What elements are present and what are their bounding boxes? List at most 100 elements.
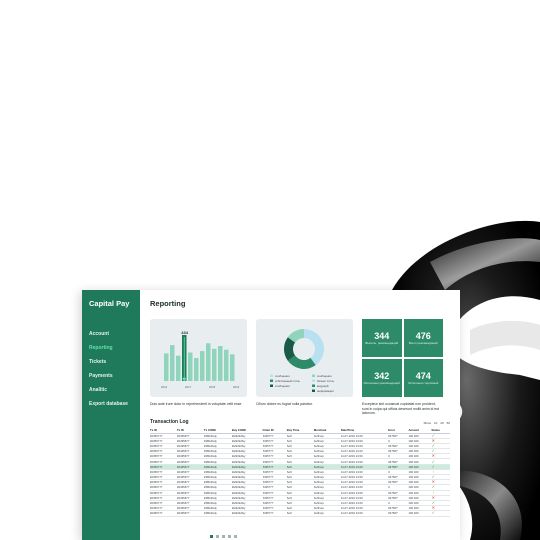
table-row[interactable]: #2356777 #2435677 #48hdfsdy #ahhfkdfsy #3457…: [150, 510, 450, 517]
page-title: Reporting: [150, 299, 186, 308]
bar-chart-caption: Duis aute irure dolor in reprehenderit i…: [150, 402, 242, 406]
legend-label: сообщения: [275, 374, 290, 378]
kpi-label: Исполнено терпимый: [408, 381, 439, 385]
table-cell: #2435677: [176, 510, 204, 517]
cross-icon: ✕: [431, 505, 436, 511]
x-tick-label: 2018: [209, 385, 216, 389]
kpi-label: Исполнено рекомендаций: [363, 381, 400, 385]
bar[interactable]: [230, 354, 235, 381]
x-tick-label: 2016: [161, 385, 168, 389]
page-dot[interactable]: [222, 535, 225, 538]
table-cell: #4756?: [388, 510, 409, 517]
page-dot-active[interactable]: [210, 535, 213, 538]
cards-row: 434 2016 2017 2018 2019 сообщения собственный…: [150, 319, 450, 397]
legend-swatch: [312, 389, 315, 392]
donut-chart-caption: Cillum dolore eu fugiat nulla pariatur.: [256, 402, 313, 406]
kpi-label: Выполн. рекомендаций: [365, 341, 399, 345]
sidebar-item-analitic[interactable]: Analitic: [82, 386, 140, 400]
legend-swatch: [270, 384, 273, 387]
app-window: Capital Pay Account Reporting Tickets Pa…: [82, 290, 460, 540]
page-dot[interactable]: [228, 535, 231, 538]
bar[interactable]: [176, 355, 181, 381]
kpi-grid: 344 Выполн. рекомендаций 476 Всего рекомен…: [362, 319, 443, 397]
bar[interactable]: [164, 353, 169, 381]
legend-label: сообщения: [317, 374, 332, 378]
kpi-value: 342: [374, 371, 390, 381]
pagination: [210, 535, 237, 538]
check-icon: ✓: [431, 474, 436, 480]
bar[interactable]: [212, 348, 217, 381]
cross-icon: ✕: [431, 495, 436, 500]
page-size-option[interactable]: 20: [440, 421, 443, 425]
warning-icon: !: [432, 469, 434, 474]
kpi-tile: 342 Исполнено рекомендаций: [362, 359, 402, 397]
cross-icon: ✕: [431, 453, 436, 459]
bar-chart-card: 434 2016 2017 2018 2019: [150, 319, 247, 397]
bar[interactable]: [188, 352, 193, 381]
card-captions: Duis aute irure dolor in reprehenderit i…: [150, 397, 450, 417]
hover-dot: [182, 377, 186, 381]
legend-swatch: [312, 379, 315, 382]
donut-chart: сообщениясобственный стильсообщениясообщ…: [270, 329, 335, 393]
bar[interactable]: [224, 349, 229, 381]
log-header: Transaction Log Show 10 20 50: [150, 417, 450, 427]
table-cell: 11-07-2019 13:00: [340, 510, 389, 517]
page-size-option[interactable]: 10: [434, 421, 437, 425]
check-icon: ✓: [431, 510, 436, 516]
stage: Capital Pay Account Reporting Tickets Pa…: [0, 0, 540, 540]
cross-icon: ✕: [431, 438, 436, 443]
page-size-option[interactable]: 50: [447, 421, 450, 425]
sidebar-item-export-database[interactable]: Export database: [82, 400, 140, 414]
legend-swatch: [270, 379, 273, 382]
brand-logo: Capital Pay: [89, 299, 130, 308]
bar[interactable]: [170, 345, 175, 381]
legend-label: собственный стиль: [275, 379, 301, 383]
check-icon: ✓: [431, 448, 436, 454]
page-size-selector: Show 10 20 50: [423, 419, 450, 427]
check-icon: ✓: [431, 433, 436, 438]
kpi-tile: 344 Выполн. рекомендаций: [362, 319, 402, 357]
cross-icon: ✕: [431, 479, 436, 485]
check-icon: ✓: [431, 500, 436, 506]
kpi-value: 476: [415, 331, 431, 341]
table-cell: buffcorp: [313, 510, 341, 517]
bar[interactable]: [194, 358, 199, 381]
table-cell: #ahhfkdfsy: [231, 510, 263, 517]
check-icon: ✓: [431, 443, 436, 448]
sidebar-item-payments[interactable]: Payments: [82, 372, 140, 386]
kpi-value: 344: [374, 331, 390, 341]
kpi-value: 474: [415, 371, 431, 381]
legend-label: информация: [317, 389, 334, 393]
bar[interactable]: [218, 346, 223, 381]
bar-chart: 434 2016 2017 2018 2019: [161, 330, 240, 389]
transaction-table: Tx ID Tx ID Tx CODE Buy CODE Order ID Buy Tim…: [150, 427, 450, 517]
table-cell: #48hdfsdy: [203, 510, 232, 517]
sidebar: Capital Pay Account Reporting Tickets Pa…: [82, 290, 140, 540]
page-dot[interactable]: [234, 535, 237, 538]
main-content: Reporting 434 2016 2017 2018 2019 сообщения с…: [140, 290, 460, 540]
legend-label: ведущий: [317, 384, 329, 388]
legend-label: сообщения: [275, 384, 290, 388]
bar[interactable]: [200, 351, 205, 381]
legend-label: бизнес стиль: [317, 379, 335, 383]
table-cell: Soft: [286, 510, 314, 517]
x-tick-label: 2017: [185, 385, 192, 389]
kpi-caption: Excepteur sint occaecat cupidatat non pr…: [362, 402, 439, 415]
sidebar-item-reporting[interactable]: Reporting: [82, 344, 140, 358]
table-cell: #345777: [262, 510, 287, 517]
log-title: Transaction Log: [150, 419, 189, 425]
peak-value-label: 434: [181, 330, 188, 335]
sidebar-item-account[interactable]: Account: [82, 330, 140, 344]
check-icon: ✓: [431, 458, 436, 464]
show-label: Show: [423, 421, 431, 425]
table-cell: 100 400: [408, 510, 432, 517]
kpi-tile: 476 Всего рекомендаций: [403, 319, 443, 357]
check-icon: ✓: [431, 484, 436, 490]
sidebar-item-tickets[interactable]: Tickets: [82, 358, 140, 372]
bar[interactable]: [206, 343, 211, 381]
legend-swatch: [312, 374, 315, 377]
table-cell: ✓: [431, 510, 450, 517]
kpi-label: Всего рекомендаций: [408, 341, 438, 345]
page-dot[interactable]: [216, 535, 219, 538]
legend-swatch: [312, 384, 315, 387]
